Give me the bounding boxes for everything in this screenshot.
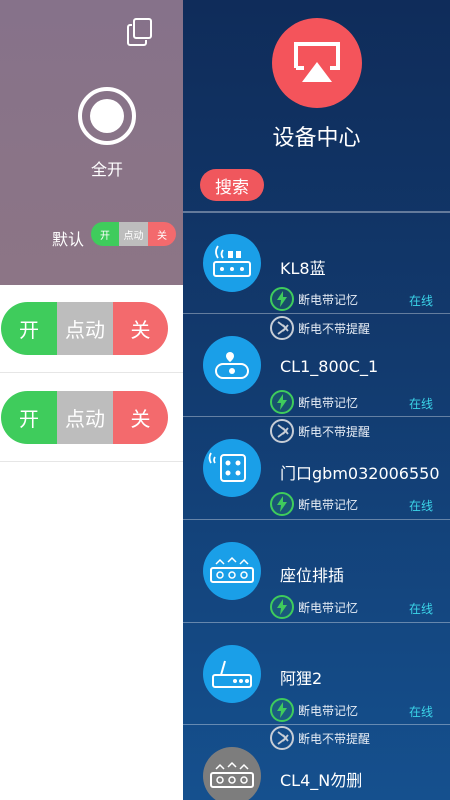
power-memory: 断电带记忆 (270, 492, 358, 516)
power-strip-icon (203, 542, 261, 600)
lightning-icon (270, 595, 294, 619)
device-center-panel: 设备中心 搜索 KL8蓝 断电带记忆 在线 断电不带提醒 CL1_800C_1 … (183, 0, 450, 800)
default-switch-off[interactable]: 关 (148, 222, 176, 246)
switch-on[interactable]: 开 (1, 391, 57, 444)
device-item[interactable]: CL1_800C_1 断电带记忆 在线 (183, 314, 450, 416)
power-memory: 断电带记忆 (270, 287, 358, 311)
device-name: CL4_N勿删 (280, 771, 363, 790)
power-memory: 断电带记忆 (270, 595, 358, 619)
status-badge: 在线 (408, 499, 433, 513)
switch-control[interactable]: 开 点动 关 (1, 302, 168, 355)
wifi-socket-icon (203, 234, 261, 292)
search-button[interactable]: 搜索 (200, 169, 264, 201)
device-item[interactable]: 座位排插 断电带记忆 在线 (183, 520, 450, 622)
scene-panel: 全开 默认 开 点动 关 开 点动 关 开 点动 关 (0, 0, 183, 800)
memory-label: 断电带记忆 (298, 497, 359, 512)
airplay-icon[interactable] (272, 18, 362, 108)
power-dot-icon (90, 99, 124, 133)
device-item[interactable]: CL4_N勿删 (183, 725, 450, 800)
memory-label: 断电带记忆 (298, 600, 359, 615)
default-switch-jog[interactable]: 点动 (119, 222, 148, 246)
page-title: 设备中心 (272, 126, 361, 151)
copy-icon[interactable] (127, 18, 153, 46)
device-name: CL1_800C_1 (280, 357, 379, 376)
lightning-icon (270, 698, 294, 722)
all-on-power-button[interactable] (78, 87, 136, 145)
status-badge: 在线 (408, 705, 433, 719)
scene-header: 全开 默认 开 点动 关 (0, 0, 183, 285)
device-item[interactable]: KL8蓝 断电带记忆 在线 (183, 212, 450, 314)
default-switch-on[interactable]: 开 (91, 222, 119, 246)
power-memory: 断电带记忆 (270, 698, 358, 722)
default-label: 默认 (52, 230, 85, 249)
device-name: 门口gbm032006550 (280, 464, 440, 483)
device-item[interactable]: 阿狸2 断电带记忆 在线 (183, 623, 450, 725)
memory-label: 断电带记忆 (298, 703, 359, 718)
all-on-label: 全开 (90, 160, 123, 179)
status-badge: 在线 (408, 294, 433, 308)
lightning-icon (270, 492, 294, 516)
switch-row: 开 点动 关 (0, 374, 183, 462)
device-name: KL8蓝 (280, 259, 326, 278)
lightning-icon (270, 287, 294, 311)
default-switch[interactable]: 开 点动 关 (91, 222, 176, 246)
switch-control[interactable]: 开 点动 关 (1, 391, 168, 444)
power-memory: 断电带记忆 (270, 390, 358, 414)
status-badge: 在线 (408, 397, 433, 411)
router-icon (203, 645, 261, 703)
device-name: 座位排插 (280, 566, 345, 585)
memory-label: 断电带记忆 (298, 292, 359, 307)
lightning-icon (270, 390, 294, 414)
screen-cast-icon (294, 42, 340, 82)
switch-on[interactable]: 开 (1, 302, 57, 355)
switch-off[interactable]: 关 (113, 391, 168, 444)
switch-jog[interactable]: 点动 (57, 302, 113, 355)
status-badge: 在线 (408, 602, 433, 616)
device-name: 阿狸2 (280, 669, 323, 688)
switch-off[interactable]: 关 (113, 302, 168, 355)
device-item[interactable]: 门口gbm032006550 断电带记忆 在线 (183, 417, 450, 519)
power-strip-offline-icon (203, 747, 261, 800)
switch-jog[interactable]: 点动 (57, 391, 113, 444)
wifi-outlet-icon (203, 439, 261, 497)
memory-label: 断电带记忆 (298, 395, 359, 410)
location-plug-icon (203, 336, 261, 394)
switch-row: 开 点动 关 (0, 285, 183, 373)
